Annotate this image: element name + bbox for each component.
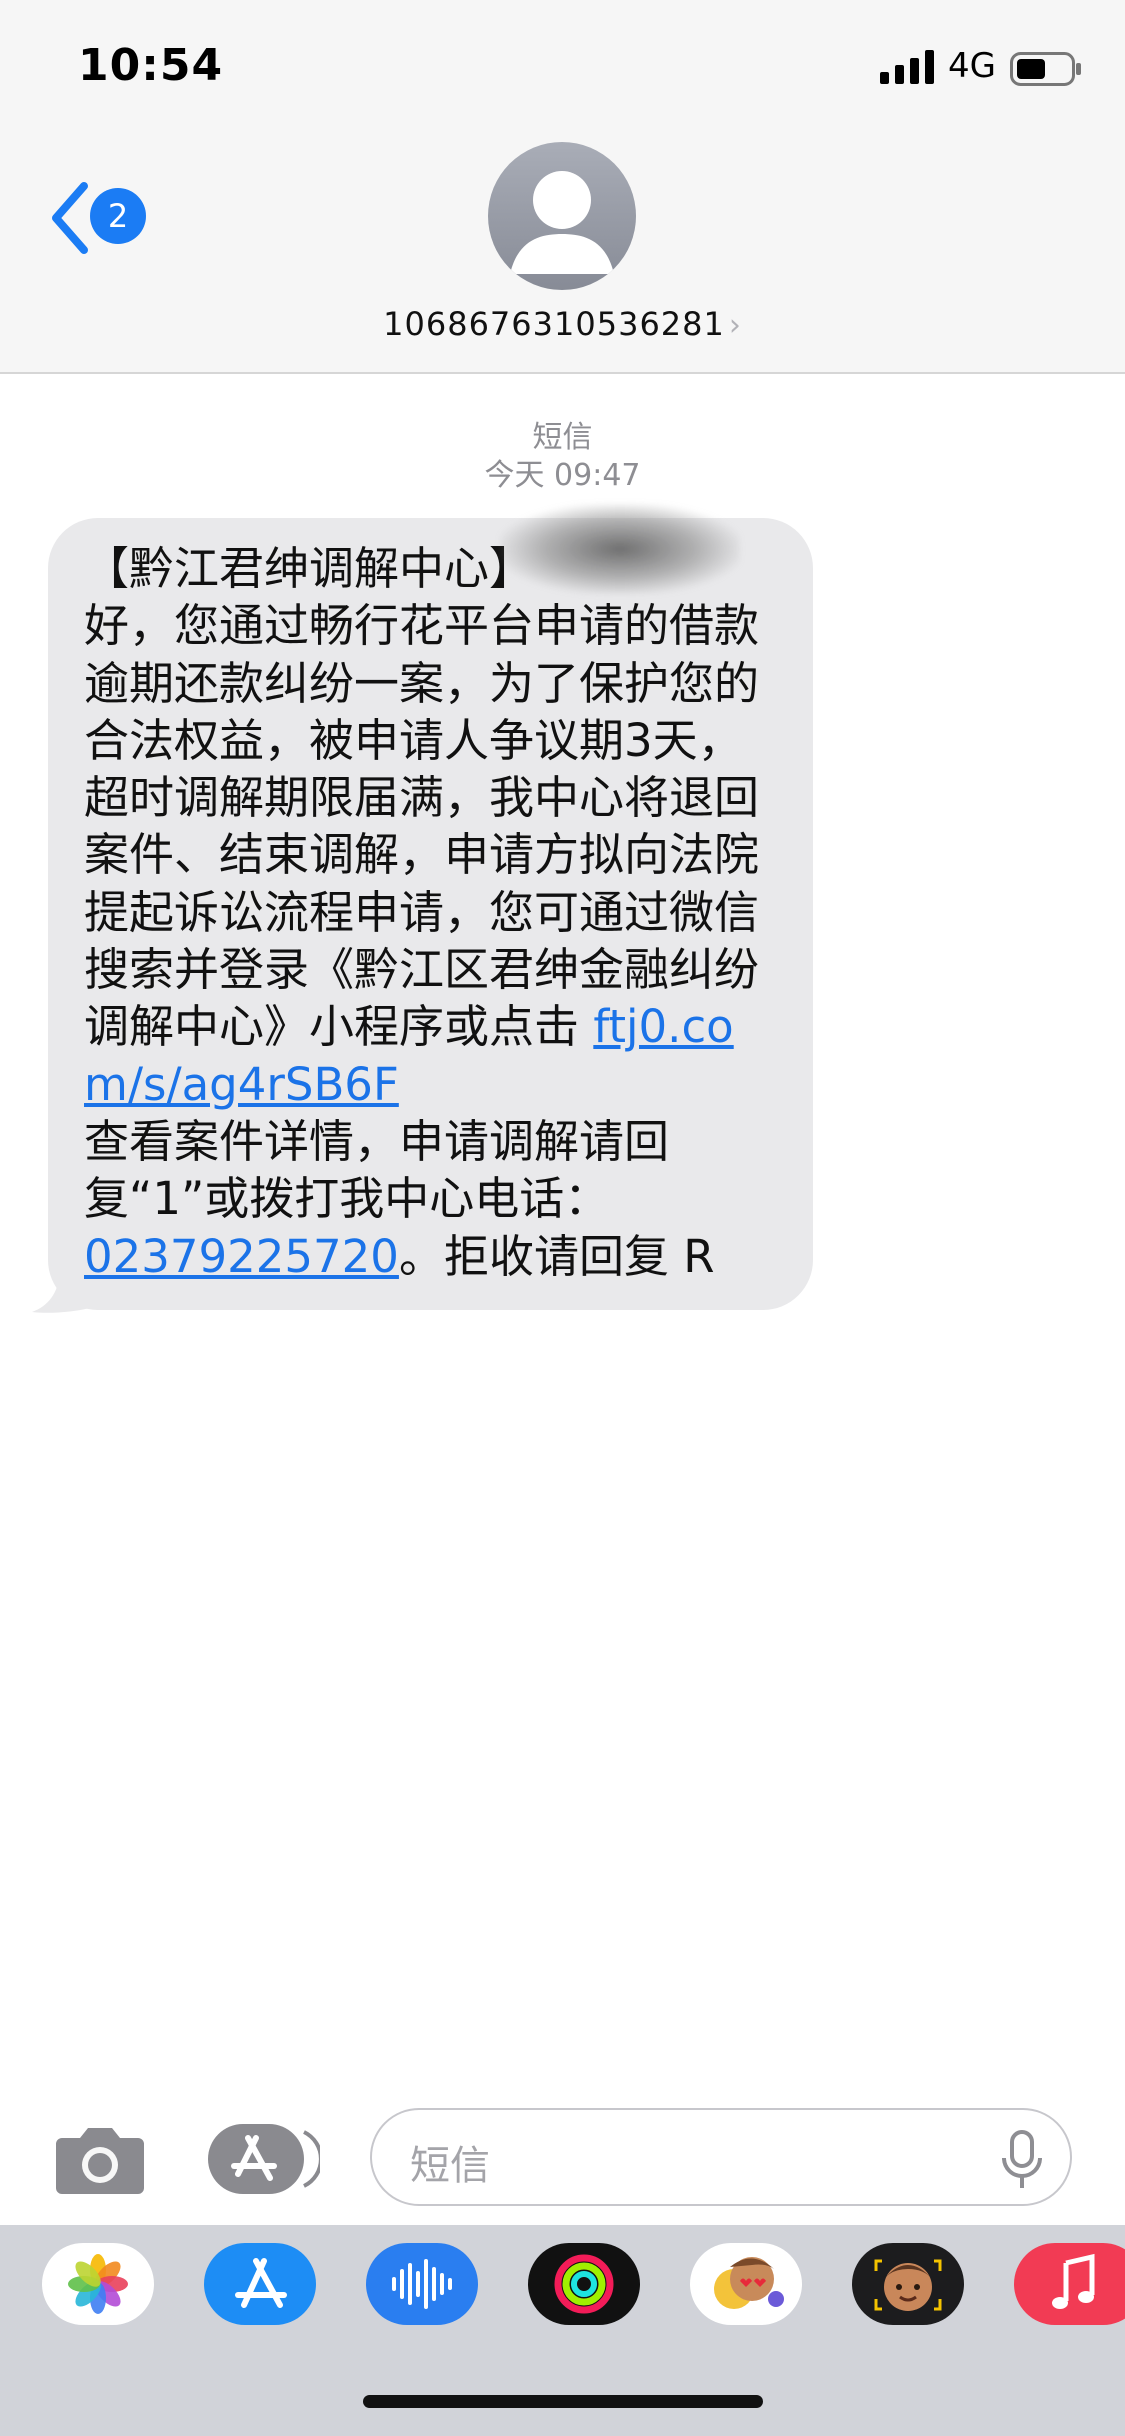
music-app-icon[interactable]: [1014, 2243, 1125, 2325]
audio-message-app-icon[interactable]: [366, 2243, 478, 2325]
animoji-app-icon[interactable]: [852, 2243, 964, 2325]
microphone-icon[interactable]: [1000, 2130, 1044, 2190]
battery-icon: [1010, 52, 1081, 86]
memoji-stickers-app-icon[interactable]: [690, 2243, 802, 2325]
signal-icon: [880, 50, 934, 84]
status-time: 10:54: [78, 40, 224, 91]
message-text: 【黔江君绅调解中心】 好，您通过畅行花平台申请的借款逾期还款纠纷一案，为了保护您…: [84, 540, 784, 1285]
home-indicator[interactable]: [363, 2395, 763, 2408]
contact-number: 1068676310536281: [383, 305, 725, 343]
chevron-right-icon: ›: [728, 308, 742, 343]
app-store-icon[interactable]: [208, 2122, 320, 2196]
app-store-app-icon[interactable]: [204, 2243, 316, 2325]
camera-icon[interactable]: [54, 2122, 146, 2196]
person-icon: [510, 171, 614, 274]
bubble-tail: [32, 1272, 90, 1313]
phone-link[interactable]: 02379225720: [84, 1230, 399, 1283]
timestamp-day: 今天: [484, 458, 545, 493]
fitness-app-icon[interactable]: [528, 2243, 640, 2325]
network-type: 4G: [948, 46, 996, 86]
contact-name[interactable]: 1068676310536281 ›: [0, 305, 1125, 343]
message-text-part: 查看案件详情，申请调解请回复“1”或拨打我中心电话：: [84, 1114, 670, 1226]
message-text-part: 【黔江君绅调解中心】 好，您通过畅行花平台申请的借款逾期还款纠纷一案，为了保护您…: [84, 542, 760, 1054]
redaction-scribble: [500, 504, 740, 594]
message-timestamp: 今天 09:47: [0, 450, 1125, 494]
message-input-placeholder: 短信: [410, 2143, 490, 2189]
photos-app-icon[interactable]: [42, 2243, 154, 2325]
message-text-part: 。拒收请回复 R: [398, 1229, 715, 1283]
contact-avatar[interactable]: [488, 142, 636, 290]
timestamp-time: 09:47: [554, 458, 641, 493]
unread-badge[interactable]: 2: [90, 188, 146, 244]
